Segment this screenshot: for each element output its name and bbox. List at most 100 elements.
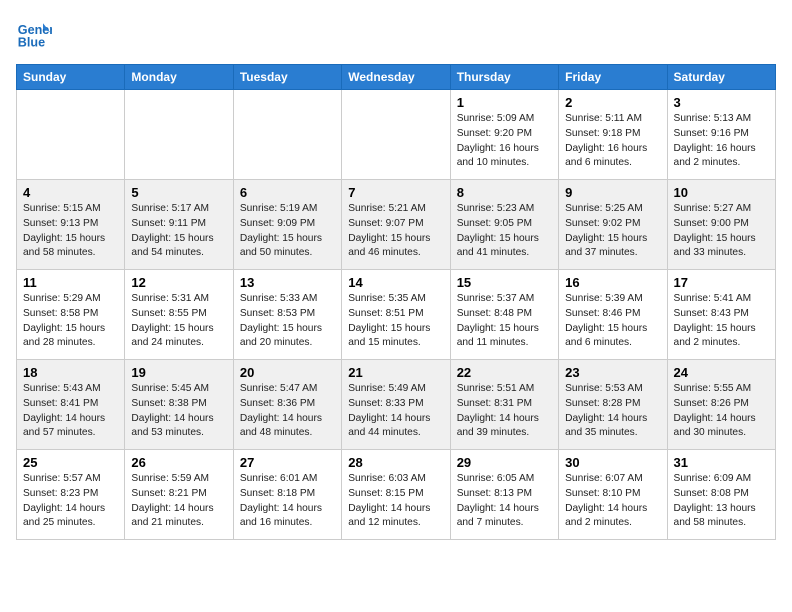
calendar-cell: 3 Sunrise: 5:13 AMSunset: 9:16 PMDaylight…	[667, 90, 775, 180]
calendar-cell: 20 Sunrise: 5:47 AMSunset: 8:36 PMDayligh…	[233, 360, 341, 450]
day-info: Sunrise: 6:03 AMSunset: 8:15 PMDaylight:…	[348, 472, 443, 531]
day-info: Sunrise: 5:35 AMSunset: 8:51 PMDaylight:…	[348, 292, 443, 351]
calendar-cell: 14 Sunrise: 5:35 AMSunset: 8:51 PMDayligh…	[342, 270, 450, 360]
day-info: Sunrise: 5:19 AMSunset: 9:09 PMDaylight:…	[240, 202, 335, 261]
day-number: 24	[674, 365, 769, 380]
day-info: Sunrise: 5:25 AMSunset: 9:02 PMDaylight:…	[565, 202, 660, 261]
day-number: 8	[457, 185, 552, 200]
day-number: 1	[457, 95, 552, 110]
calendar-cell	[342, 90, 450, 180]
day-info: Sunrise: 5:15 AMSunset: 9:13 PMDaylight:…	[23, 202, 118, 261]
week-row-1: 1 Sunrise: 5:09 AMSunset: 9:20 PMDaylight…	[17, 90, 776, 180]
calendar-cell: 19Sunrise: 5:45 AMSunset: 8:38 PMDayligh…	[125, 360, 233, 450]
day-number: 7	[348, 185, 443, 200]
calendar-cell: 28 Sunrise: 6:03 AMSunset: 8:15 PMDayligh…	[342, 450, 450, 540]
day-number: 29	[457, 455, 552, 470]
calendar-cell: 24 Sunrise: 5:55 AMSunset: 8:26 PMDayligh…	[667, 360, 775, 450]
day-info: Sunrise: 5:11 AMSunset: 9:18 PMDaylight:…	[565, 112, 660, 171]
logo: General Blue	[16, 16, 56, 52]
day-number: 26	[131, 455, 226, 470]
calendar-cell: 23 Sunrise: 5:53 AMSunset: 8:28 PMDayligh…	[559, 360, 667, 450]
day-number: 5	[131, 185, 226, 200]
day-number: 15	[457, 275, 552, 290]
day-info: Sunrise: 5:27 AMSunset: 9:00 PMDaylight:…	[674, 202, 769, 261]
calendar-cell: 2 Sunrise: 5:11 AMSunset: 9:18 PMDaylight…	[559, 90, 667, 180]
day-number: 9	[565, 185, 660, 200]
logo-icon: General Blue	[16, 16, 52, 52]
day-info: Sunrise: 5:57 AMSunset: 8:23 PMDaylight:…	[23, 472, 118, 531]
day-info: Sunrise: 5:29 AMSunset: 8:58 PMDaylight:…	[23, 292, 118, 351]
day-header-friday: Friday	[559, 65, 667, 90]
calendar-cell: 17Sunrise: 5:41 AMSunset: 8:43 PMDayligh…	[667, 270, 775, 360]
day-info: Sunrise: 5:51 AMSunset: 8:31 PMDaylight:…	[457, 382, 552, 441]
day-number: 31	[674, 455, 769, 470]
day-info: Sunrise: 5:21 AMSunset: 9:07 PMDaylight:…	[348, 202, 443, 261]
day-header-thursday: Thursday	[450, 65, 558, 90]
day-info: Sunrise: 5:09 AMSunset: 9:20 PMDaylight:…	[457, 112, 552, 171]
day-number: 18	[23, 365, 118, 380]
day-header-saturday: Saturday	[667, 65, 775, 90]
calendar-cell: 15 Sunrise: 5:37 AMSunset: 8:48 PMDayligh…	[450, 270, 558, 360]
calendar-cell: 31Sunrise: 6:09 AMSunset: 8:08 PMDayligh…	[667, 450, 775, 540]
day-info: Sunrise: 5:33 AMSunset: 8:53 PMDaylight:…	[240, 292, 335, 351]
calendar-cell: 21 Sunrise: 5:49 AMSunset: 8:33 PMDayligh…	[342, 360, 450, 450]
day-header-wednesday: Wednesday	[342, 65, 450, 90]
day-number: 6	[240, 185, 335, 200]
day-info: Sunrise: 5:55 AMSunset: 8:26 PMDaylight:…	[674, 382, 769, 441]
week-row-2: 4 Sunrise: 5:15 AMSunset: 9:13 PMDaylight…	[17, 180, 776, 270]
day-header-monday: Monday	[125, 65, 233, 90]
calendar-cell: 25 Sunrise: 5:57 AMSunset: 8:23 PMDayligh…	[17, 450, 125, 540]
calendar-cell: 13 Sunrise: 5:33 AMSunset: 8:53 PMDayligh…	[233, 270, 341, 360]
calendar-cell: 11 Sunrise: 5:29 AMSunset: 8:58 PMDayligh…	[17, 270, 125, 360]
svg-text:Blue: Blue	[18, 36, 45, 50]
day-info: Sunrise: 6:01 AMSunset: 8:18 PMDaylight:…	[240, 472, 335, 531]
day-info: Sunrise: 6:05 AMSunset: 8:13 PMDaylight:…	[457, 472, 552, 531]
day-info: Sunrise: 5:23 AMSunset: 9:05 PMDaylight:…	[457, 202, 552, 261]
day-info: Sunrise: 5:45 AMSunset: 8:38 PMDaylight:…	[131, 382, 226, 441]
day-number: 27	[240, 455, 335, 470]
day-number: 14	[348, 275, 443, 290]
day-info: Sunrise: 5:53 AMSunset: 8:28 PMDaylight:…	[565, 382, 660, 441]
day-info: Sunrise: 5:37 AMSunset: 8:48 PMDaylight:…	[457, 292, 552, 351]
day-info: Sunrise: 5:41 AMSunset: 8:43 PMDaylight:…	[674, 292, 769, 351]
day-header-row: SundayMondayTuesdayWednesdayThursdayFrid…	[17, 65, 776, 90]
day-info: Sunrise: 5:13 AMSunset: 9:16 PMDaylight:…	[674, 112, 769, 171]
day-number: 22	[457, 365, 552, 380]
day-info: Sunrise: 5:31 AMSunset: 8:55 PMDaylight:…	[131, 292, 226, 351]
day-info: Sunrise: 5:49 AMSunset: 8:33 PMDaylight:…	[348, 382, 443, 441]
page-header: General Blue	[16, 16, 776, 52]
day-number: 3	[674, 95, 769, 110]
day-number: 16	[565, 275, 660, 290]
calendar-cell: 29 Sunrise: 6:05 AMSunset: 8:13 PMDayligh…	[450, 450, 558, 540]
calendar-cell: 5 Sunrise: 5:17 AMSunset: 9:11 PMDaylight…	[125, 180, 233, 270]
day-number: 4	[23, 185, 118, 200]
day-info: Sunrise: 5:43 AMSunset: 8:41 PMDaylight:…	[23, 382, 118, 441]
day-info: Sunrise: 5:47 AMSunset: 8:36 PMDaylight:…	[240, 382, 335, 441]
day-number: 12	[131, 275, 226, 290]
day-number: 11	[23, 275, 118, 290]
day-number: 2	[565, 95, 660, 110]
calendar-cell: 26Sunrise: 5:59 AMSunset: 8:21 PMDayligh…	[125, 450, 233, 540]
day-number: 20	[240, 365, 335, 380]
week-row-4: 18 Sunrise: 5:43 AMSunset: 8:41 PMDayligh…	[17, 360, 776, 450]
calendar-cell: 30 Sunrise: 6:07 AMSunset: 8:10 PMDayligh…	[559, 450, 667, 540]
day-number: 28	[348, 455, 443, 470]
calendar-cell: 16Sunrise: 5:39 AMSunset: 8:46 PMDayligh…	[559, 270, 667, 360]
day-info: Sunrise: 6:07 AMSunset: 8:10 PMDaylight:…	[565, 472, 660, 531]
day-number: 13	[240, 275, 335, 290]
day-number: 30	[565, 455, 660, 470]
calendar-cell: 18 Sunrise: 5:43 AMSunset: 8:41 PMDayligh…	[17, 360, 125, 450]
calendar-cell: 9 Sunrise: 5:25 AMSunset: 9:02 PMDaylight…	[559, 180, 667, 270]
calendar-cell	[17, 90, 125, 180]
calendar-cell: 4 Sunrise: 5:15 AMSunset: 9:13 PMDaylight…	[17, 180, 125, 270]
calendar-table: SundayMondayTuesdayWednesdayThursdayFrid…	[16, 64, 776, 540]
week-row-5: 25 Sunrise: 5:57 AMSunset: 8:23 PMDayligh…	[17, 450, 776, 540]
calendar-cell: 6 Sunrise: 5:19 AMSunset: 9:09 PMDaylight…	[233, 180, 341, 270]
day-number: 25	[23, 455, 118, 470]
calendar-cell: 12 Sunrise: 5:31 AMSunset: 8:55 PMDayligh…	[125, 270, 233, 360]
day-info: Sunrise: 5:17 AMSunset: 9:11 PMDaylight:…	[131, 202, 226, 261]
calendar-cell: 22 Sunrise: 5:51 AMSunset: 8:31 PMDayligh…	[450, 360, 558, 450]
day-number: 21	[348, 365, 443, 380]
week-row-3: 11 Sunrise: 5:29 AMSunset: 8:58 PMDayligh…	[17, 270, 776, 360]
day-number: 23	[565, 365, 660, 380]
